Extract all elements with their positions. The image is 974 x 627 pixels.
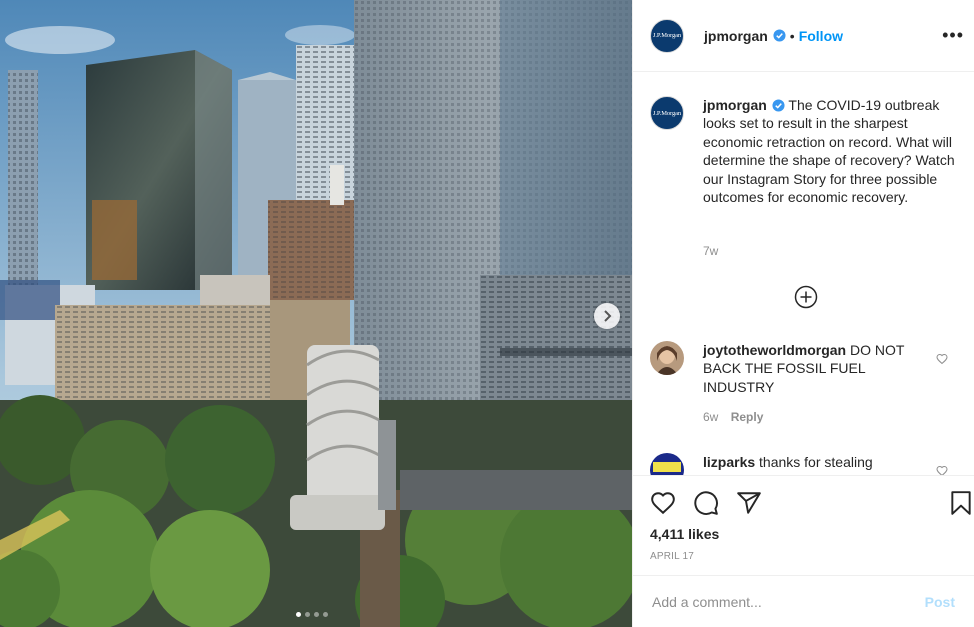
add-comment-input[interactable] bbox=[650, 592, 925, 611]
comment-text: thanks for stealing bbox=[759, 454, 873, 470]
commenter-avatar-image bbox=[650, 453, 684, 475]
caption-body: The COVID-19 outbreak looks set to resul… bbox=[703, 97, 955, 206]
post-actions: 4,411 likes APRIL 17 bbox=[633, 475, 974, 575]
comment-item: joytotheworldmorgan DO NOT BACK THE FOSS… bbox=[650, 341, 970, 427]
post-comment-button[interactable]: Post bbox=[925, 594, 955, 610]
next-photo-button[interactable] bbox=[594, 303, 620, 329]
carousel-dot bbox=[323, 612, 328, 617]
comments-section[interactable]: J.P.Morgan jpmorgan The COVID-19 outbrea… bbox=[633, 73, 974, 475]
commenter-avatar-image bbox=[650, 341, 684, 375]
comment-body: joytotheworldmorgan DO NOT BACK THE FOSS… bbox=[703, 341, 923, 427]
caption-text-block: jpmorgan The COVID-19 outbreak looks set… bbox=[703, 96, 955, 206]
follow-button[interactable]: Follow bbox=[799, 28, 843, 44]
commenter-avatar[interactable] bbox=[650, 341, 684, 375]
profile-avatar[interactable]: J.P.Morgan bbox=[650, 18, 684, 53]
post-side-panel: J.P.Morgan jpmorgan • Follow ••• J.P.Mor… bbox=[632, 0, 974, 627]
comment-like-heart-icon[interactable] bbox=[936, 353, 948, 365]
post-date: APRIL 17 bbox=[650, 551, 695, 562]
comment-item: lizparks thanks for stealing bbox=[650, 453, 970, 475]
likes-count[interactable]: 4,411 likes bbox=[650, 526, 719, 542]
caption-username[interactable]: jpmorgan bbox=[703, 97, 767, 113]
header-separator: • bbox=[789, 27, 795, 44]
comment-username[interactable]: lizparks bbox=[703, 454, 755, 470]
reply-button[interactable]: Reply bbox=[731, 410, 764, 424]
carousel-dot bbox=[296, 612, 301, 617]
header-username[interactable]: jpmorgan bbox=[704, 28, 768, 44]
avatar-logo-text: J.P.Morgan bbox=[652, 32, 682, 39]
verified-badge-icon bbox=[772, 99, 785, 112]
next-arrow-icon bbox=[604, 310, 612, 322]
commenter-avatar[interactable] bbox=[650, 453, 684, 475]
comment-icon[interactable] bbox=[693, 490, 719, 516]
verified-badge-icon bbox=[773, 29, 786, 42]
caption-avatar[interactable]: J.P.Morgan bbox=[650, 96, 684, 130]
carousel-dot bbox=[305, 612, 310, 617]
comment-body: lizparks thanks for stealing bbox=[703, 453, 923, 475]
bookmark-icon[interactable] bbox=[948, 490, 974, 516]
heart-icon[interactable] bbox=[650, 490, 676, 516]
comment-meta: 6w Reply bbox=[703, 408, 923, 426]
comment-like-heart-icon[interactable] bbox=[936, 465, 948, 475]
load-more-comments-icon[interactable] bbox=[794, 285, 818, 309]
caption-timestamp: 7w bbox=[703, 244, 719, 258]
post-caption: J.P.Morgan jpmorgan The COVID-19 outbrea… bbox=[650, 96, 955, 206]
comment-timestamp: 6w bbox=[703, 410, 719, 425]
comment-username[interactable]: joytotheworldmorgan bbox=[703, 342, 846, 358]
share-icon[interactable] bbox=[736, 490, 762, 516]
post-header: J.P.Morgan jpmorgan • Follow ••• bbox=[633, 0, 974, 72]
post-photo[interactable] bbox=[0, 0, 632, 627]
more-options-icon[interactable]: ••• bbox=[942, 25, 964, 46]
comment-composer: Post bbox=[633, 575, 974, 627]
city-photo-illustration bbox=[0, 0, 632, 627]
carousel-dot bbox=[314, 612, 319, 617]
avatar-logo-text: J.P.Morgan bbox=[652, 109, 682, 117]
carousel-indicators bbox=[296, 612, 328, 617]
